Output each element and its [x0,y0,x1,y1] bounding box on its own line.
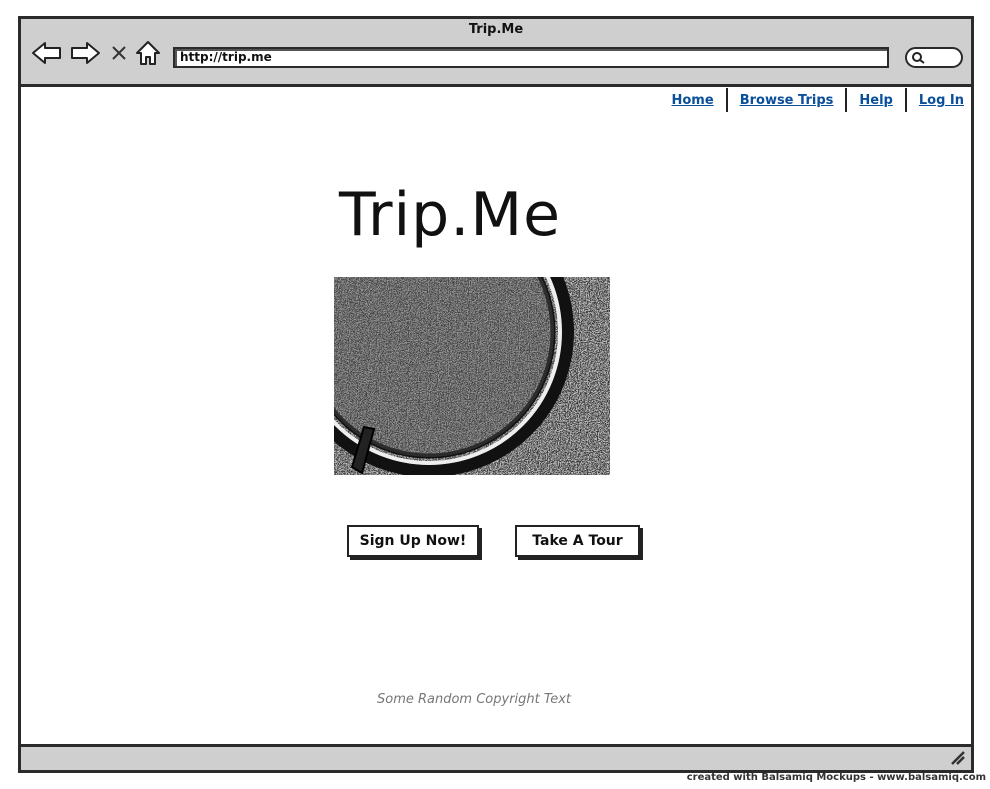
resize-grip-icon[interactable] [949,749,967,765]
mockup-canvas: Trip.Me http://trip.me Home Browse Trips… [0,0,990,789]
window-title: Trip.Me [468,22,524,37]
take-a-tour-button[interactable]: Take A Tour [515,525,640,557]
copyright-label: Some Random Copyright Text [376,692,572,707]
globe-image [334,277,610,475]
page-title: Trip.Me [0,180,990,250]
copyright-text: Some Random Copyright Text [0,692,990,707]
page-title-text: Trip.Me [338,180,561,250]
url-input[interactable]: http://trip.me [173,47,889,68]
browser-chrome: Trip.Me http://trip.me [21,19,971,87]
nav-link-home[interactable]: Home [660,93,726,108]
sign-up-button[interactable]: Sign Up Now! [347,525,479,557]
forward-arrow-icon[interactable] [69,40,101,66]
hero-image-graphic [334,277,610,475]
browser-status-bar [21,744,971,770]
search-icon [912,52,925,64]
nav-link-help[interactable]: Help [847,93,904,108]
home-icon[interactable] [135,40,161,66]
nav-link-log-in[interactable]: Log In [907,93,976,108]
top-navigation: Home Browse Trips Help Log In [660,86,977,114]
stop-icon[interactable] [111,40,127,66]
mockup-watermark: created with Balsamiq Mockups - www.bals… [686,772,986,783]
browser-search-field[interactable] [905,47,963,68]
nav-link-browse-trips[interactable]: Browse Trips [728,93,846,108]
back-arrow-icon[interactable] [31,40,63,66]
